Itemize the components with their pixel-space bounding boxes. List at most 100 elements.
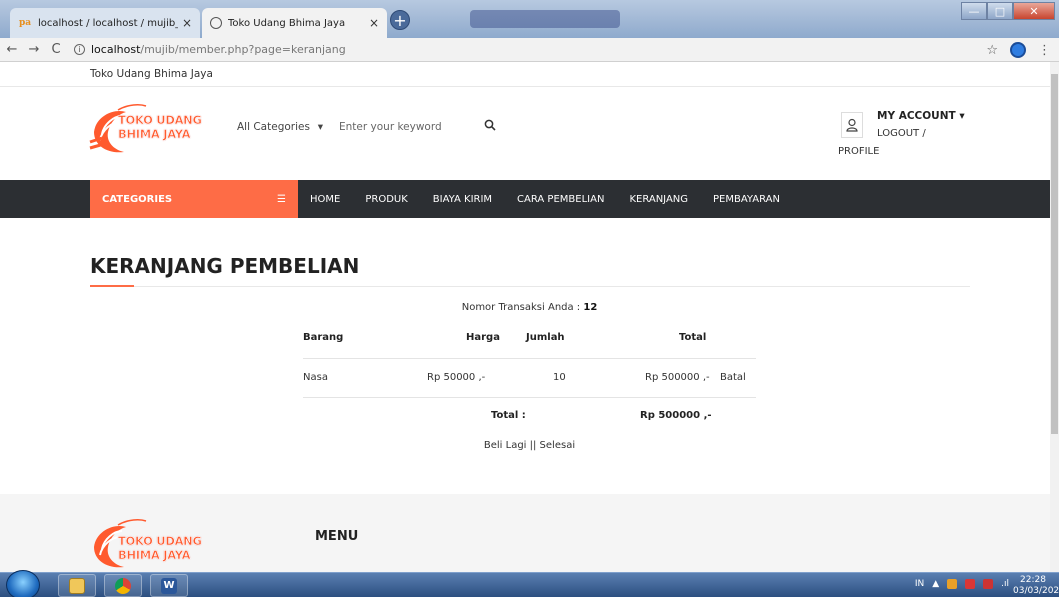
logout-link[interactable]: LOGOUT / <box>877 128 926 139</box>
logo-text-line1: TOKO UDANG <box>118 534 203 548</box>
tab-phpmyadmin[interactable]: pa localhost / localhost / mujib_si_1 × <box>10 8 200 38</box>
minimize-icon[interactable]: — <box>961 2 987 20</box>
header-harga: Harga <box>466 332 500 343</box>
taskbar-explorer[interactable] <box>58 574 96 597</box>
bookmark-star-icon[interactable]: ☆ <box>986 43 998 58</box>
transaction-number: Nomor Transaksi Anda : 12 <box>0 302 1050 313</box>
tab-toko-udang[interactable]: Toko Udang Bhima Jaya × <box>202 8 387 38</box>
caret-down-icon: ▾ <box>317 121 323 133</box>
back-icon[interactable]: ← <box>2 42 22 57</box>
logo-text-line2: BHIMA JAYA <box>118 127 191 141</box>
page-scrollbar[interactable] <box>1050 62 1059 572</box>
footer-logo: TOKO UDANG BHIMA JAYA <box>88 517 208 572</box>
cart-actions-links[interactable]: Beli Lagi || Selesai <box>0 440 1050 451</box>
signal-icon[interactable]: .ıl <box>1001 579 1009 589</box>
close-icon[interactable]: × <box>182 16 192 30</box>
page-title: KERANJANG PEMBELIAN <box>90 254 360 278</box>
cell-qty: 10 <box>553 372 566 383</box>
forward-icon[interactable]: → <box>24 42 44 57</box>
word-icon: W <box>161 577 177 594</box>
title-accent-line <box>90 285 134 287</box>
info-icon[interactable]: i <box>74 44 85 55</box>
batal-link[interactable]: Batal <box>720 372 746 383</box>
tab-label: Toko Udang Bhima Jaya <box>228 17 346 29</box>
maximize-icon[interactable]: □ <box>987 2 1013 20</box>
extension-icon[interactable] <box>1010 42 1026 58</box>
search-button[interactable] <box>475 119 505 135</box>
search-icon <box>484 119 496 131</box>
nav-item-produk[interactable]: PRODUK <box>365 194 407 205</box>
row-divider <box>303 358 756 359</box>
close-window-icon[interactable]: ✕ <box>1013 2 1055 20</box>
url-path: /mujib/member.php?page=keranjang <box>140 43 346 56</box>
nav-item-pembayaran[interactable]: PEMBAYARAN <box>713 194 780 205</box>
site-logo[interactable]: TOKO UDANG BHIMA JAYA <box>88 102 208 158</box>
categories-label: CATEGORIES <box>102 193 173 205</box>
categories-button[interactable]: CATEGORIES ☰ <box>90 180 298 218</box>
title-divider <box>90 286 970 287</box>
globe-icon <box>210 17 222 29</box>
language-indicator[interactable]: IN <box>915 579 924 589</box>
clock-time: 22:28 <box>1020 575 1046 585</box>
search-bar: All Categories ▾ Enter your keyword <box>225 112 505 142</box>
nav-item-cara-pembelian[interactable]: CARA PEMBELIAN <box>517 194 604 205</box>
phpmyadmin-icon: pa <box>18 18 32 28</box>
user-icon[interactable] <box>841 112 863 138</box>
profile-link[interactable]: PROFILE <box>838 146 879 157</box>
transaction-value: 12 <box>583 302 598 313</box>
caret-down-icon: ▾ <box>959 110 965 122</box>
volume-icon[interactable] <box>983 579 994 589</box>
header-barang: Barang <box>303 332 344 343</box>
tray-app-icon[interactable] <box>965 579 976 589</box>
clock-date: 03/03/2020 <box>1013 586 1059 596</box>
main-navbar: CATEGORIES ☰ HOME PRODUK BIAYA KIRIM CAR… <box>0 180 1050 218</box>
grand-total-value: Rp 500000 ,- <box>640 410 712 421</box>
list-icon: ☰ <box>277 193 286 205</box>
folder-icon <box>69 577 85 594</box>
logo-text-line2: BHIMA JAYA <box>118 548 191 562</box>
web-page: Toko Udang Bhima Jaya TOKO UDANG BHIMA J… <box>0 62 1050 572</box>
url-host: localhost <box>91 43 141 56</box>
system-tray: IN ▲ .ıl <box>915 579 1009 589</box>
header-total: Total <box>679 332 707 343</box>
taskbar-clock[interactable]: 22:28 03/03/2020 <box>1013 575 1059 597</box>
start-button[interactable] <box>6 570 40 597</box>
windows-taskbar: W IN ▲ .ıl 22:28 03/03/2020 <box>0 570 1059 597</box>
site-topline: Toko Udang Bhima Jaya <box>90 68 213 80</box>
my-account-label: MY ACCOUNT <box>877 110 956 122</box>
chrome-icon <box>115 577 131 594</box>
footer-menu-title: MENU <box>315 529 359 544</box>
reload-icon[interactable]: C <box>46 42 66 57</box>
nav-menu: HOME PRODUK BIAYA KIRIM CARA PEMBELIAN K… <box>310 180 805 218</box>
header-divider <box>0 86 1050 87</box>
cell-price: Rp 50000 ,- <box>427 372 486 383</box>
taskbar-word[interactable]: W <box>150 574 188 597</box>
tray-app-icon[interactable] <box>947 579 958 589</box>
tray-expand-icon[interactable]: ▲ <box>932 579 939 589</box>
tab-label: localhost / localhost / mujib_si_1 <box>38 17 178 29</box>
new-tab-button[interactable]: + <box>390 10 410 30</box>
scrollbar-thumb[interactable] <box>1051 74 1058 434</box>
window-caption-blur <box>470 10 620 28</box>
header-jumlah: Jumlah <box>526 332 565 343</box>
cell-total: Rp 500000 ,- <box>645 372 710 383</box>
url-input[interactable]: i localhost /mujib/member.php?page=keran… <box>74 43 346 56</box>
nav-item-home[interactable]: HOME <box>310 194 340 205</box>
category-select[interactable]: All Categories ▾ <box>225 121 329 133</box>
browser-menu-icon[interactable]: ⋮ <box>1038 43 1051 58</box>
address-bar: ← → C i localhost /mujib/member.php?page… <box>0 38 1059 62</box>
transaction-label: Nomor Transaksi Anda : <box>461 302 584 313</box>
row-divider <box>303 397 756 398</box>
search-input[interactable]: Enter your keyword <box>329 121 475 133</box>
cell-item: Nasa <box>303 372 328 383</box>
window-controls: — □ ✕ <box>961 2 1055 20</box>
my-account-menu[interactable]: MY ACCOUNT ▾ <box>877 110 965 122</box>
browser-titlebar: pa localhost / localhost / mujib_si_1 × … <box>0 0 1059 38</box>
grand-total-label: Total : <box>491 410 526 421</box>
logo-text-line1: TOKO UDANG <box>118 113 203 127</box>
close-icon[interactable]: × <box>369 16 379 30</box>
taskbar-chrome[interactable] <box>104 574 142 597</box>
nav-item-keranjang[interactable]: KERANJANG <box>629 194 688 205</box>
nav-item-biaya-kirim[interactable]: BIAYA KIRIM <box>433 194 492 205</box>
category-select-value: All Categories <box>237 121 310 133</box>
